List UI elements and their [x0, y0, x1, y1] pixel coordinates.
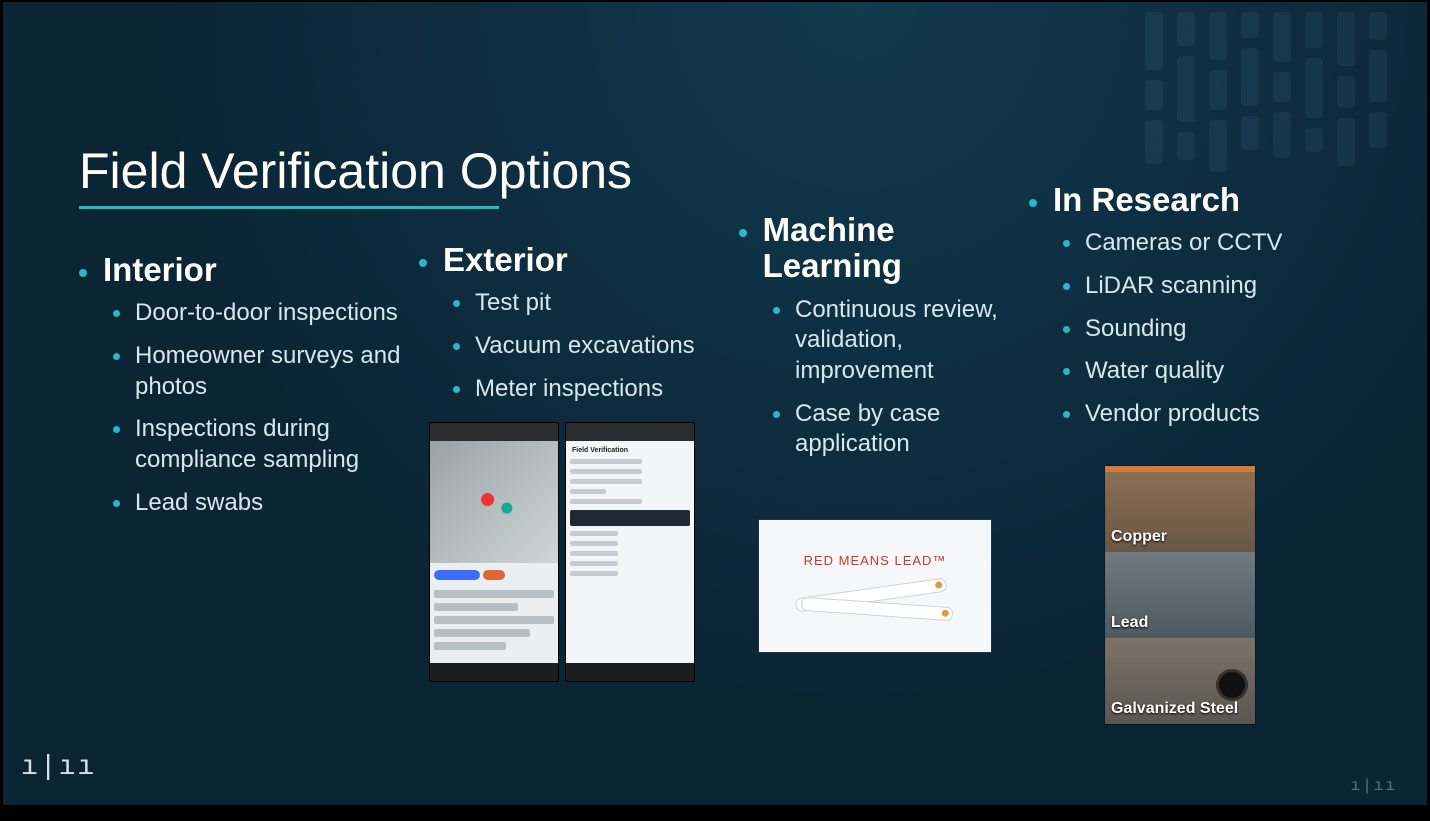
list-item: Door-to-door inspections — [113, 298, 419, 329]
decorative-bars — [1145, 12, 1387, 172]
bullet-icon — [79, 269, 87, 277]
list-item: Inspections during compliance sampling — [113, 414, 419, 475]
pipe-materials-image: Copper Lead Galvanized Steel — [1105, 466, 1255, 724]
list-item: Sounding — [1063, 314, 1359, 345]
slide: Field Verification Options Interior Door… — [3, 2, 1427, 805]
material-galvanized-steel: Galvanized Steel — [1105, 638, 1255, 724]
list-item: Vendor products — [1063, 399, 1359, 430]
section-machine-learning: Machine Learning Continuous review, vali… — [759, 182, 1049, 775]
list-item: LiDAR scanning — [1063, 271, 1359, 302]
section-heading: Interior — [103, 252, 217, 288]
list-item: Lead swabs — [113, 488, 419, 519]
app-screenshots: Field Verification — [429, 422, 739, 682]
bullet-icon — [419, 259, 427, 267]
list-item: Case by case application — [773, 399, 1029, 460]
logo-bottom-left-icon: ı|ıı — [21, 752, 96, 783]
list-item: Homeowner surveys and photos — [113, 341, 419, 402]
logo-bottom-right-icon: ı|ıı — [1351, 777, 1397, 795]
list-item: Vacuum excavations — [453, 331, 739, 362]
image-caption: RED MEANS LEAD™ — [804, 553, 947, 568]
bullet-icon — [1029, 199, 1037, 207]
section-in-research: In Research Cameras or CCTV LiDAR scanni… — [1049, 182, 1379, 775]
section-heading: Machine Learning — [763, 212, 1029, 285]
phone-map-view — [429, 422, 559, 682]
list-item: Continuous review, validation, improveme… — [773, 295, 1029, 387]
section-heading: In Research — [1053, 182, 1240, 218]
section-heading: Exterior — [443, 242, 568, 278]
content-columns: Interior Door-to-door inspections Homeow… — [99, 182, 1387, 775]
section-interior: Interior Door-to-door inspections Homeow… — [99, 182, 439, 775]
phone-form-view: Field Verification — [565, 422, 695, 682]
material-lead: Lead — [1105, 552, 1255, 638]
list-item: Cameras or CCTV — [1063, 228, 1359, 259]
list-item: Test pit — [453, 288, 739, 319]
list-item: Meter inspections — [453, 374, 739, 405]
form-title: Field Verification — [572, 447, 690, 454]
material-copper: Copper — [1105, 466, 1255, 552]
bullet-icon — [739, 229, 747, 237]
list-item: Water quality — [1063, 356, 1359, 387]
lead-swab-image: RED MEANS LEAD™ — [759, 520, 991, 652]
section-exterior: Exterior Test pit Vacuum excavations Met… — [439, 182, 759, 775]
